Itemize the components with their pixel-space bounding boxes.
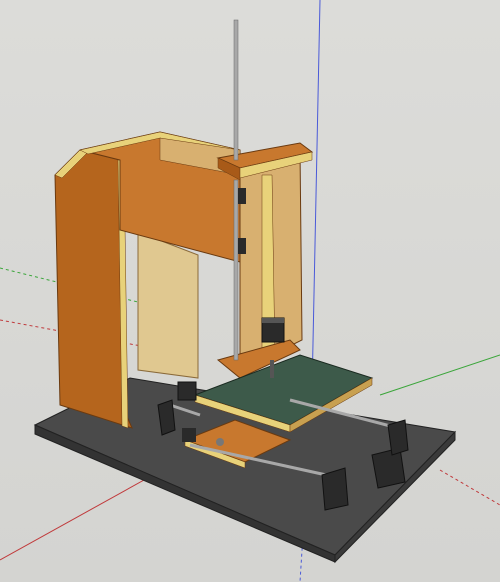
red-axis-dashed-right <box>439 469 500 506</box>
blue-axis-line <box>311 0 321 393</box>
sketchup-viewport[interactable] <box>0 0 500 582</box>
hotend-nozzle <box>270 360 274 378</box>
rod-bracket-back-right[interactable] <box>387 419 409 456</box>
model-canvas[interactable] <box>0 0 500 582</box>
rod-bracket-right[interactable] <box>371 447 406 489</box>
y-stepper-motor[interactable] <box>177 381 197 401</box>
z-threaded-rod <box>233 19 239 361</box>
back-center-panel[interactable] <box>137 231 199 379</box>
rod-bracket-front[interactable] <box>321 467 349 511</box>
green-axis-line <box>379 354 500 396</box>
